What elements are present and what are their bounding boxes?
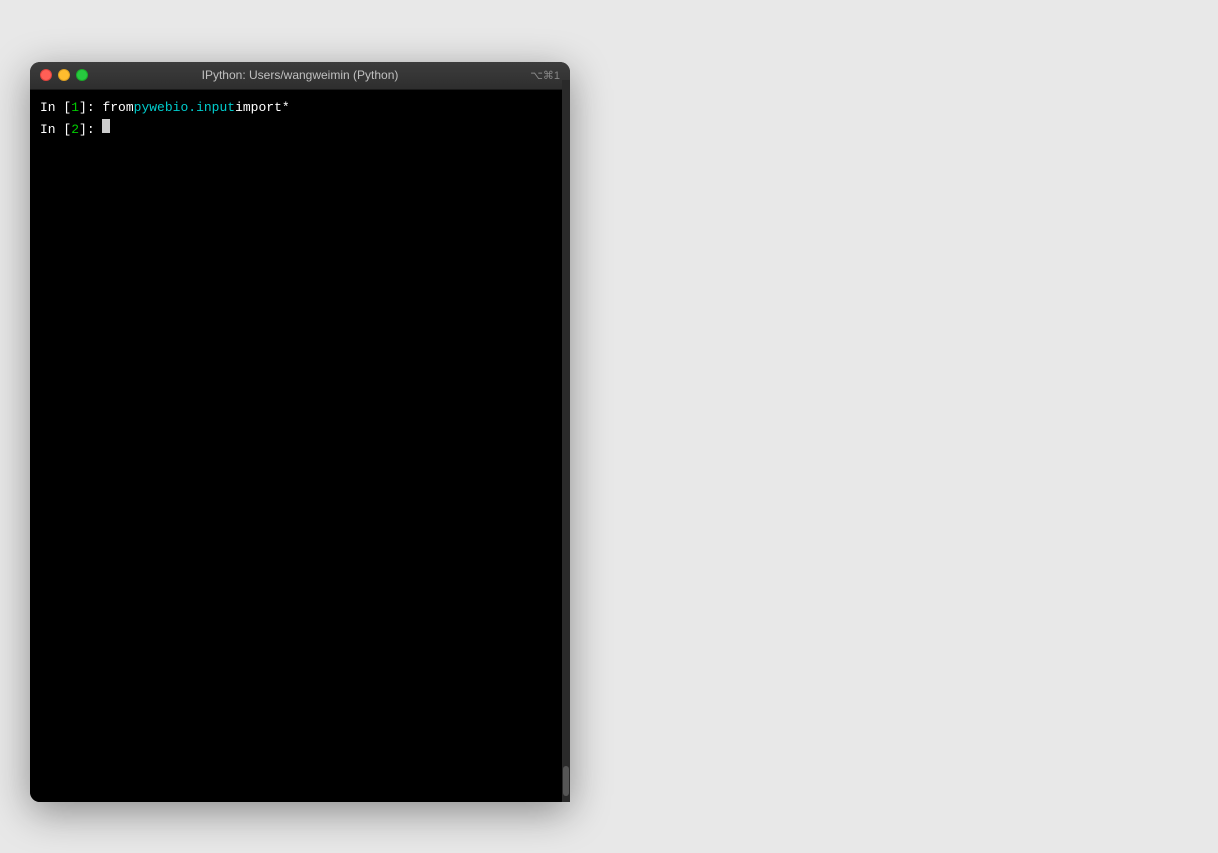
prompt-in-2: In [ xyxy=(40,120,71,140)
terminal-line-1: In [1]: from pywebio.input import * xyxy=(40,98,560,118)
scrollbar-thumb[interactable] xyxy=(563,766,569,796)
prompt-num-2: 2 xyxy=(71,120,79,140)
ipython-window[interactable]: IPython: Users/wangweimin (Python) ⌥⌘1 I… xyxy=(30,62,570,802)
scrollbar-track[interactable] xyxy=(562,80,570,802)
code-import-1: import xyxy=(235,98,282,118)
terminal-line-2: In [2]: xyxy=(40,119,560,140)
window-shortcut: ⌥⌘1 xyxy=(530,69,560,82)
minimize-button[interactable] xyxy=(58,69,70,81)
terminal-body[interactable]: In [1]: from pywebio.input import * In [… xyxy=(30,90,570,802)
code-module-1: pywebio.input xyxy=(134,98,235,118)
prompt-in-1: In [ xyxy=(40,98,71,118)
code-from-1: from xyxy=(102,98,133,118)
prompt-num-1: 1 xyxy=(71,98,79,118)
terminal-cursor xyxy=(102,119,110,133)
prompt-close-1: ]: xyxy=(79,98,102,118)
code-star-1: * xyxy=(282,98,290,118)
window-title: IPython: Users/wangweimin (Python) xyxy=(202,68,399,82)
close-button[interactable] xyxy=(40,69,52,81)
titlebar: IPython: Users/wangweimin (Python) ⌥⌘1 xyxy=(30,62,570,90)
traffic-lights[interactable] xyxy=(40,69,88,81)
prompt-close-2: ]: xyxy=(79,120,102,140)
maximize-button[interactable] xyxy=(76,69,88,81)
